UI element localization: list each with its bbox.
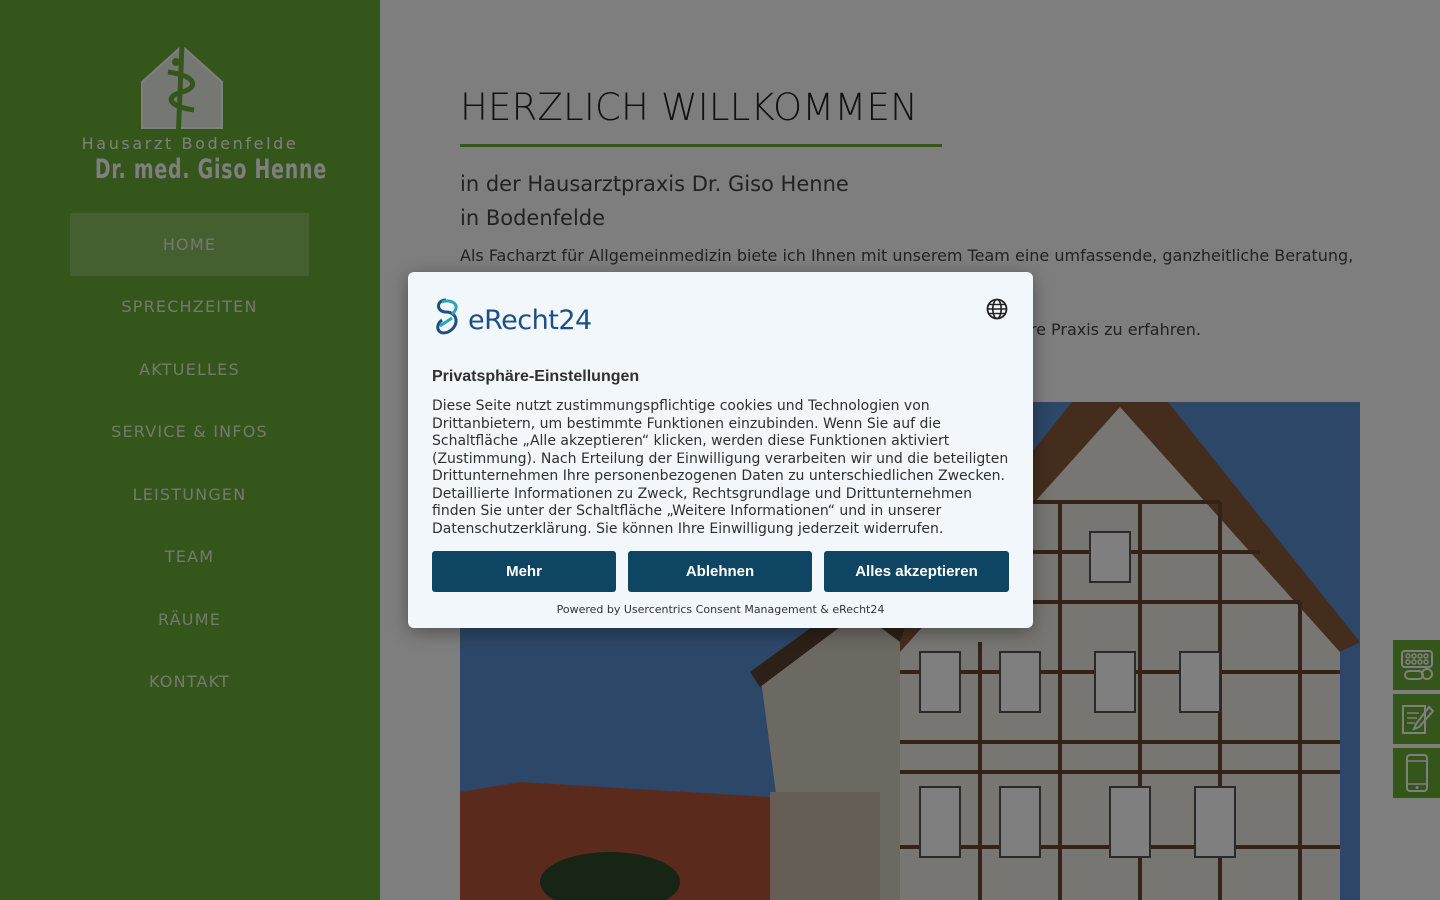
consent-title: Privatsphäre-Einstellungen xyxy=(432,368,640,385)
erecht24-logo: eRecht24 xyxy=(432,296,592,336)
accept-all-button[interactable]: Alles akzeptieren xyxy=(824,551,1009,592)
consent-dialog: eRecht24 Privatsphäre-Einstellungen Dies… xyxy=(408,272,1033,628)
consent-description: Diese Seite nutzt zustimmungspflichtige … xyxy=(432,398,1009,537)
powered-by-note: Powered by Usercentrics Consent Manageme… xyxy=(556,603,885,616)
decline-button[interactable]: Ablehnen xyxy=(628,551,812,592)
more-button[interactable]: Mehr xyxy=(432,551,616,592)
erecht24-symbol-icon xyxy=(436,298,458,335)
brand-name: eRecht24 xyxy=(468,305,592,336)
language-globe-icon[interactable] xyxy=(986,298,1008,320)
